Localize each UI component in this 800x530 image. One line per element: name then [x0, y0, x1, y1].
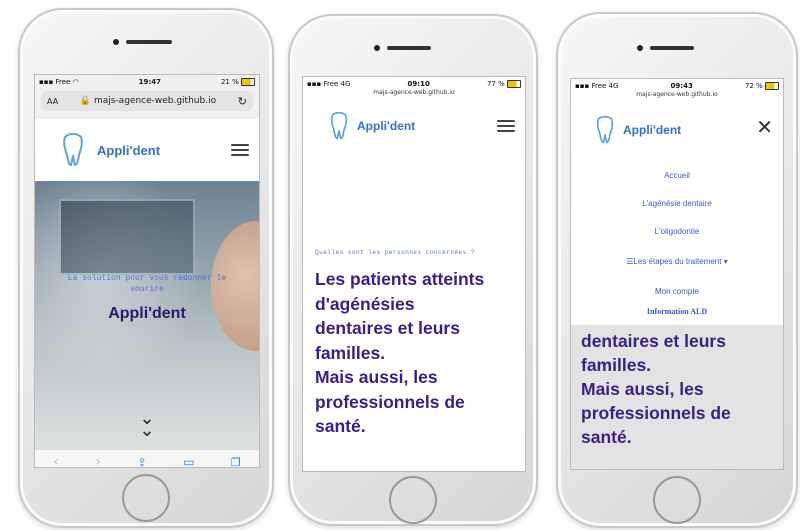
reload-icon[interactable]: ↻	[238, 95, 247, 108]
earpiece	[650, 46, 694, 50]
home-button[interactable]	[389, 476, 437, 524]
brand-logo[interactable]: Appli'dent	[329, 111, 415, 141]
front-camera	[374, 45, 380, 51]
menu-item-agenesie[interactable]: L'agénésie dentaire	[571, 199, 783, 208]
wifi-icon: ◠	[72, 78, 79, 86]
heading-line: professionnels de	[315, 391, 465, 412]
phone-2-screen: ▪▪▪ Free 4G 09:10 77 % majs-agence-web.g…	[302, 76, 526, 472]
carrier-label: Free 4G	[323, 80, 351, 88]
phone-2: ▪▪▪ Free 4G 09:10 77 % majs-agence-web.g…	[288, 14, 538, 526]
address-url[interactable]: majs-agence-web.github.io	[94, 96, 216, 106]
section-kicker: Quelles sont les personnes concernées ?	[315, 249, 475, 256]
heading-line: dentaires et leurs	[581, 331, 726, 351]
battery-icon	[241, 78, 255, 86]
heading-line: Mais aussi, les	[315, 367, 438, 387]
browser-toolbar: ‹ › ⇪ ▭ ❐	[35, 449, 259, 468]
carrier-label: Free 4G	[591, 82, 619, 90]
front-camera	[113, 39, 119, 45]
brand-name: Appli'dent	[357, 119, 416, 133]
brand-name: Appli'dent	[623, 123, 682, 137]
phone-1-screen: ▪▪▪ Free ◠ 19:47 21 % AA 🔒 majs-agence-w…	[34, 74, 260, 468]
lock-icon: 🔒	[79, 96, 92, 106]
hero-banner: La solution pour vous redonner le sourir…	[35, 181, 259, 449]
heading-line: familles.	[315, 342, 386, 363]
address-bar[interactable]: AA 🔒 majs-agence-web.github.io ↻	[41, 91, 253, 111]
status-bar: ▪▪▪ Free ◠ 19:47 21 %	[35, 77, 259, 87]
back-icon[interactable]: ‹	[53, 454, 59, 467]
heading-line: santé.	[581, 427, 632, 447]
phone-1: ▪▪▪ Free ◠ 19:47 21 % AA 🔒 majs-agence-w…	[18, 8, 274, 528]
clock: 09:43	[670, 82, 693, 90]
heading-line: Mais aussi, les	[581, 379, 704, 399]
section-heading: Les patients atteints d'agénésies dentai…	[315, 267, 484, 439]
phone-3: ▪▪▪ Free 4G 09:43 72 % majs-agence-web.g…	[556, 12, 798, 528]
brand-name: Appli'dent	[97, 142, 161, 158]
address-url[interactable]: majs-agence-web.github.io	[303, 89, 525, 96]
share-icon[interactable]: ⇪	[137, 456, 146, 468]
battery-percent: 72 %	[744, 82, 763, 90]
status-bar: ▪▪▪ Free 4G 09:10 77 %	[303, 79, 525, 89]
menu-icon[interactable]	[497, 117, 515, 135]
scroll-down-icon[interactable]: ⌄ ⌄	[35, 410, 259, 440]
signal-icon: ▪▪▪	[307, 80, 322, 88]
hero-title: Appli'dent	[108, 305, 186, 322]
menu-item-information-ald[interactable]: Information ALD	[571, 307, 783, 316]
heading-line: santé.	[315, 416, 366, 436]
tabs-icon[interactable]: ❐	[231, 456, 241, 468]
earpiece	[387, 46, 431, 50]
text-size-button[interactable]: AA	[47, 97, 58, 106]
menu-item-etapes[interactable]: ☰Les étapes du traitement ▾	[571, 257, 783, 266]
clock: 09:10	[407, 80, 430, 88]
hero-tagline: La solution pour vous redonner le sourir…	[67, 274, 227, 294]
tooth-icon	[330, 111, 348, 140]
section-heading: dentaires et leurs familles. Mais aussi,…	[581, 329, 731, 449]
content-area: dentaires et leurs familles. Mais aussi,…	[571, 325, 783, 469]
heading-line: Les patients atteints	[315, 269, 485, 289]
site-header: Appli'dent	[35, 119, 259, 181]
menu-item-accueil[interactable]: Accueil	[571, 171, 783, 180]
forward-icon[interactable]: ›	[95, 454, 101, 467]
carrier-label: Free	[55, 78, 71, 86]
front-camera	[637, 45, 643, 51]
tooth-icon	[63, 133, 83, 167]
close-icon[interactable]: ✕	[756, 117, 773, 137]
brand-logo[interactable]: Appli'dent	[595, 115, 681, 145]
menu-item-mon-compte[interactable]: Mon compte	[571, 287, 783, 296]
xray-image	[59, 199, 195, 275]
earpiece	[126, 40, 172, 44]
battery-percent: 21 %	[220, 78, 239, 86]
brand-logo[interactable]: Appli'dent	[61, 133, 160, 167]
bookmarks-icon[interactable]: ▭	[183, 455, 194, 467]
battery-percent: 77 %	[486, 80, 505, 88]
signal-icon: ▪▪▪	[575, 82, 590, 90]
heading-line: professionnels de	[581, 403, 731, 423]
heading-line: d'agénésies	[315, 293, 415, 314]
home-button[interactable]	[122, 474, 170, 522]
home-button[interactable]	[653, 476, 701, 524]
status-bar: ▪▪▪ Free 4G 09:43 72 %	[571, 81, 783, 91]
clock: 19:47	[138, 78, 161, 86]
heading-line: dentaires et leurs	[315, 318, 460, 338]
heading-line: familles.	[581, 355, 652, 375]
menu-icon[interactable]	[231, 141, 249, 159]
menu-item-oligodontie[interactable]: L'oligodontie	[571, 227, 783, 236]
caret-down-icon: ▾	[723, 257, 728, 266]
signal-icon: ▪▪▪	[39, 78, 54, 86]
tooth-icon	[596, 115, 614, 144]
menu-item-etapes-label: Les étapes du traitement	[633, 257, 722, 266]
address-url[interactable]: majs-agence-web.github.io	[571, 91, 783, 98]
battery-icon	[506, 80, 521, 88]
battery-icon	[764, 82, 779, 90]
phone-3-screen: ▪▪▪ Free 4G 09:43 72 % majs-agence-web.g…	[570, 78, 784, 470]
